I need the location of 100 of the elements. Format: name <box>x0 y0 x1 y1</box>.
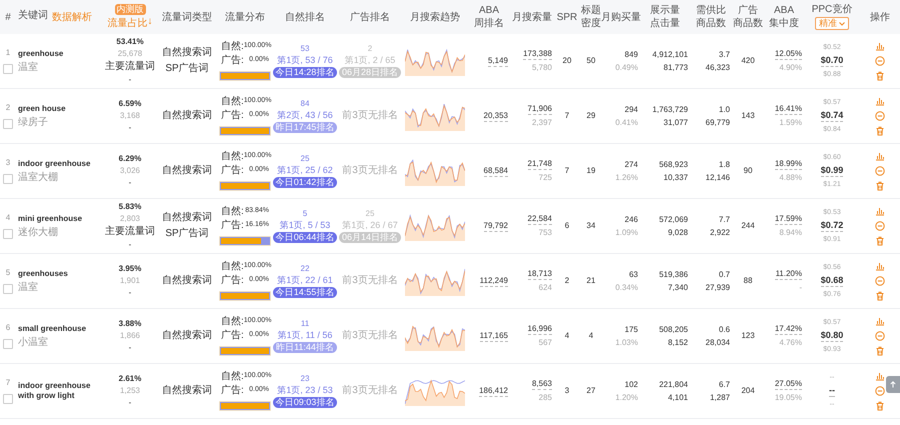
trash-icon[interactable] <box>875 346 885 356</box>
share-extra: - <box>128 75 132 85</box>
traffic-share: 5.83% <box>118 202 142 212</box>
aba-concentration-sub: 1.59% <box>779 118 802 128</box>
bar-chart-icon[interactable] <box>875 151 885 161</box>
clicks: 31,077 <box>664 118 688 128</box>
title-density: 27 <box>586 386 596 396</box>
ad-product-count: 420 <box>741 56 755 66</box>
row-checkbox[interactable] <box>3 119 13 129</box>
trash-icon[interactable] <box>875 401 885 411</box>
row-checkbox[interactable] <box>3 394 13 404</box>
supply-demand-ratio: 7.7 <box>718 214 730 224</box>
natural-label: 自然: <box>221 96 244 108</box>
ad-product-count: 88 <box>744 276 752 286</box>
row-checkbox[interactable] <box>3 174 13 184</box>
title-density: 19 <box>586 166 596 176</box>
traffic-share: 2.61% <box>118 374 142 384</box>
row-checkbox[interactable] <box>3 229 13 239</box>
supply-demand-ratio: 1.0 <box>718 104 730 114</box>
clicks: 10,337 <box>664 172 688 182</box>
keyword-translation: 温室 <box>18 62 38 74</box>
ppc-bid: $0.72 <box>820 220 844 232</box>
minus-circle-icon[interactable] <box>875 386 885 396</box>
rank-time-badge: 昨日17:45排名 <box>272 122 338 133</box>
keyword-text[interactable]: green house <box>18 104 66 114</box>
share-extra: - <box>128 178 132 188</box>
trash-icon[interactable] <box>875 71 885 81</box>
product-count: 1,287 <box>710 392 730 402</box>
rank-time-badge: 今日09:03排名 <box>272 397 338 408</box>
aba-concentration-sub: - <box>799 283 802 293</box>
monthly-searches: 173,388 <box>523 49 552 60</box>
natural-rank: 84 <box>300 99 310 109</box>
aba-concentration: 17.42% <box>774 324 802 335</box>
bar-chart-icon[interactable] <box>875 96 885 106</box>
column-header: 广告排名 <box>350 12 390 22</box>
back-to-top-button[interactable] <box>886 376 900 393</box>
title-density: 34 <box>586 221 596 231</box>
ppc-bid: $0.80 <box>820 330 844 342</box>
minus-circle-icon[interactable] <box>875 111 885 121</box>
keyword-text[interactable]: indoor greenhouse <box>18 158 90 168</box>
monthly-searches: 8,563 <box>532 379 552 390</box>
bar-chart-icon[interactable] <box>875 206 885 216</box>
spr-value: 4 <box>564 331 570 341</box>
no-ad-rank: 前3页无排名 <box>342 385 398 397</box>
minus-circle-icon[interactable] <box>875 166 885 176</box>
minus-circle-icon[interactable] <box>875 331 885 341</box>
trash-icon[interactable] <box>875 126 885 136</box>
trash-icon[interactable] <box>875 181 885 191</box>
natural-rank-page: 第1页, 53 / 76 <box>277 55 333 66</box>
monthly-purchases: 294 <box>624 104 638 114</box>
bar-chart-icon[interactable] <box>875 316 885 326</box>
keyword-type: 自然搜索词 <box>162 330 212 342</box>
minus-circle-icon[interactable] <box>875 221 885 231</box>
ppc-bid: $0.70 <box>820 55 844 67</box>
aba-week-rank: 5,149 <box>488 56 508 66</box>
ad-product-count: 123 <box>741 331 755 341</box>
column-header: 月搜索量 <box>512 12 552 22</box>
spr-value: 6 <box>564 221 570 231</box>
monthly-searches: 22,584 <box>528 214 552 225</box>
monthly-purchases: 63 <box>629 270 638 280</box>
impressions: 568,923 <box>659 160 688 170</box>
keyword-text[interactable]: greenhouses <box>18 268 68 278</box>
keyword-text[interactable]: mini greenhouse <box>18 214 82 224</box>
aba-concentration: 27.05% <box>774 379 802 390</box>
minus-circle-icon[interactable] <box>875 56 885 66</box>
clicks: 7,340 <box>668 282 688 292</box>
keyword-type: 自然搜索词 <box>162 47 212 59</box>
bar-chart-icon[interactable] <box>875 41 885 51</box>
row-number: 7 <box>6 378 10 388</box>
natural-rank-page: 第1页, 25 / 62 <box>277 165 333 176</box>
trash-icon[interactable] <box>875 236 885 246</box>
natural-rank: 5 <box>302 209 308 219</box>
row-number: 2 <box>6 103 10 113</box>
traffic-count: 1,253 <box>120 386 140 396</box>
natural-label: 自然: <box>221 41 244 53</box>
product-count: 69,779 <box>706 118 730 128</box>
share-extra: - <box>128 240 132 250</box>
bar-chart-icon[interactable] <box>875 371 885 381</box>
keyword-text[interactable]: greenhouse <box>18 48 64 58</box>
row-checkbox[interactable] <box>3 64 13 74</box>
monthly-searches-sub: 624 <box>538 283 552 293</box>
minus-circle-icon[interactable] <box>875 276 885 286</box>
row-checkbox[interactable] <box>3 339 13 349</box>
monthly-searches-sub: 725 <box>538 173 552 183</box>
keyword-text[interactable]: indoor greenhouse with grow light <box>18 381 102 401</box>
aba-week-rank: 20,353 <box>484 110 508 122</box>
keyword-text[interactable]: small greenhouse <box>18 324 86 334</box>
spr-value: 2 <box>564 276 570 286</box>
traffic-share: 3.95% <box>118 264 142 274</box>
bar-chart-icon[interactable] <box>875 261 885 271</box>
trend-sparkline <box>405 46 465 76</box>
trash-icon[interactable] <box>875 291 885 301</box>
row-checkbox[interactable] <box>3 284 13 294</box>
traffic-count: 2,803 <box>120 214 140 224</box>
impressions: 1,763,729 <box>652 104 688 114</box>
share-extra: - <box>128 398 132 408</box>
no-ad-rank: 前3页无排名 <box>342 110 398 122</box>
ppc-bid: $0.99 <box>820 165 844 177</box>
natural-rank-page: 第1页, 11 / 56 <box>278 330 332 341</box>
monthly-purchases: 246 <box>624 214 638 224</box>
